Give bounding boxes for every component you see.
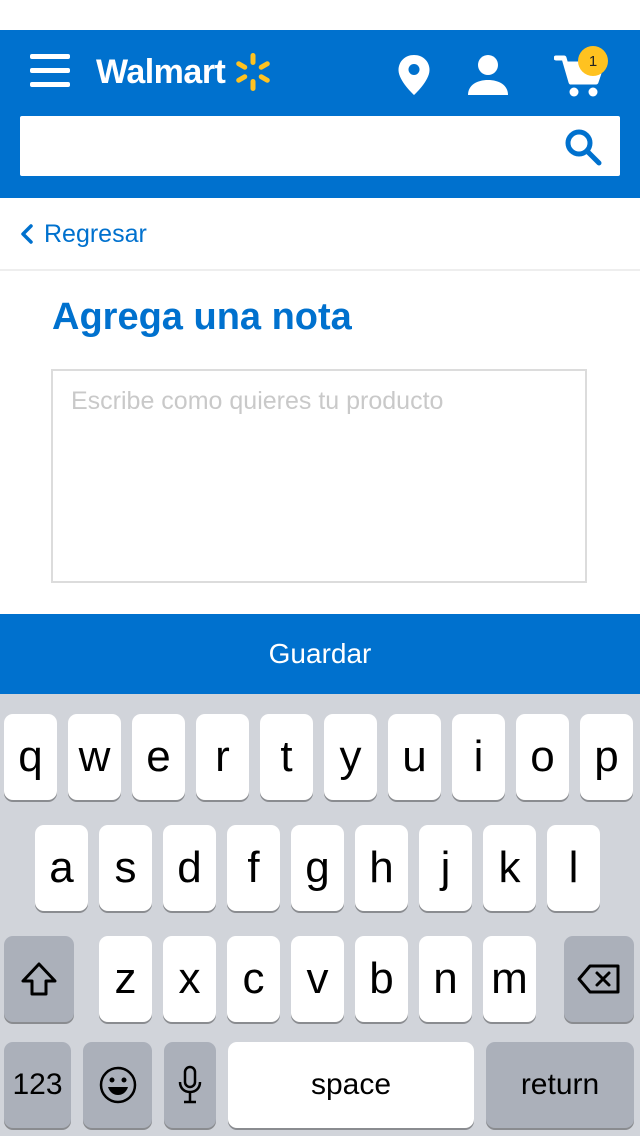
logo-text: Walmart (96, 52, 226, 91)
dictation-key[interactable] (164, 1042, 216, 1128)
key-m[interactable]: m (483, 936, 536, 1022)
status-bar (0, 0, 640, 30)
search-input[interactable] (20, 116, 620, 176)
page-title: Agrega una nota (52, 296, 352, 338)
emoji-icon (99, 1066, 136, 1104)
back-link[interactable]: Regresar (20, 212, 147, 256)
key-j[interactable]: j (419, 825, 472, 911)
chevron-left-icon (21, 224, 33, 244)
key-t[interactable]: t (260, 714, 313, 800)
save-button[interactable]: Guardar (0, 614, 640, 694)
key-d[interactable]: d (163, 825, 216, 911)
key-k[interactable]: k (483, 825, 536, 911)
emoji-key[interactable] (83, 1042, 152, 1128)
account-icon[interactable] (466, 54, 510, 96)
shift-icon (21, 962, 57, 996)
key-s[interactable]: s (99, 825, 152, 911)
spark-icon (236, 53, 271, 91)
key-v[interactable]: v (291, 936, 344, 1022)
key-b[interactable]: b (355, 936, 408, 1022)
key-p[interactable]: p (580, 714, 633, 800)
backspace-key[interactable] (564, 936, 634, 1022)
key-y[interactable]: y (324, 714, 377, 800)
note-textarea[interactable] (51, 369, 587, 583)
key-f[interactable]: f (227, 825, 280, 911)
key-o[interactable]: o (516, 714, 569, 800)
return-key[interactable]: return (486, 1042, 634, 1128)
keyboard: q w e r t y u i o p a s d f g h j k l z … (0, 694, 640, 1136)
key-w[interactable]: w (68, 714, 121, 800)
key-h[interactable]: h (355, 825, 408, 911)
shift-key[interactable] (4, 936, 74, 1022)
key-a[interactable]: a (35, 825, 88, 911)
microphone-icon (178, 1065, 202, 1104)
space-key[interactable]: space (228, 1042, 474, 1128)
key-z[interactable]: z (99, 936, 152, 1022)
key-x[interactable]: x (163, 936, 216, 1022)
numbers-key[interactable]: 123 (4, 1042, 71, 1128)
key-n[interactable]: n (419, 936, 472, 1022)
hamburger-menu-icon[interactable] (30, 54, 70, 88)
cart-count-badge: 1 (578, 46, 608, 76)
search-icon[interactable] (564, 128, 602, 166)
key-l[interactable]: l (547, 825, 600, 911)
key-c[interactable]: c (227, 936, 280, 1022)
backspace-icon (577, 964, 620, 994)
key-q[interactable]: q (4, 714, 57, 800)
divider (0, 269, 640, 271)
key-e[interactable]: e (132, 714, 185, 800)
key-g[interactable]: g (291, 825, 344, 911)
key-r[interactable]: r (196, 714, 249, 800)
back-label: Regresar (44, 219, 147, 248)
location-pin-icon[interactable] (396, 54, 432, 96)
key-i[interactable]: i (452, 714, 505, 800)
walmart-logo[interactable]: Walmart (96, 50, 273, 94)
key-u[interactable]: u (388, 714, 441, 800)
